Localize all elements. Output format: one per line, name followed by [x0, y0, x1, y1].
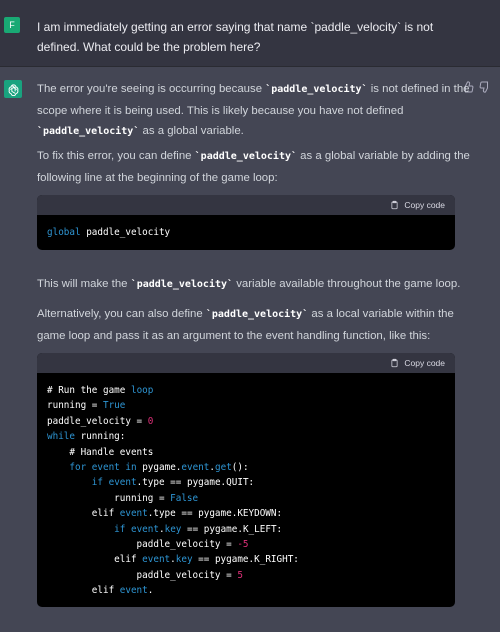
inline-code: `paddle_velocity` [265, 84, 368, 95]
clipboard-icon [391, 358, 398, 368]
openai-logo-icon [8, 83, 18, 96]
response-paragraph-1: The error you're seeing is occurring bec… [37, 79, 477, 143]
code-block-2: Copy code # Run the game loop running = … [37, 353, 455, 607]
code-block-header: Copy code [37, 195, 455, 215]
user-avatar: F [4, 17, 20, 33]
inline-code: `paddle_velocity` [130, 279, 234, 290]
response-paragraph-2: To fix this error, you can define `paddl… [37, 146, 477, 188]
inline-code: `paddle_velocity` [194, 151, 298, 162]
text-segment: variable available throughout the game l… [233, 278, 461, 290]
clipboard-icon [391, 200, 398, 210]
code-keyword: global [47, 227, 81, 238]
text-segment: The error you're seeing is occurring bec… [37, 83, 266, 95]
code-text: paddle_velocity [80, 227, 171, 238]
user-message-text: I am immediately getting an error saying… [37, 20, 434, 54]
code-content: global paddle_velocity [37, 215, 455, 250]
code-block-header: Copy code [37, 353, 455, 373]
copy-code-label: Copy code [404, 358, 445, 368]
thumbs-down-button[interactable] [479, 80, 491, 94]
code-block-1: Copy code global paddle_velocity [37, 195, 455, 250]
code-content: # Run the game loop running = True paddl… [47, 385, 299, 597]
copy-code-button[interactable]: Copy code [390, 198, 445, 212]
response-paragraph-4: Alternatively, you can also define `padd… [37, 304, 477, 346]
inline-code: `paddle_velocity` [37, 126, 140, 137]
text-segment: Alternatively, you can also define [37, 308, 206, 320]
thumbs-down-icon [479, 81, 488, 93]
copy-code-button[interactable]: Copy code [390, 356, 445, 370]
text-segment: This will make the [37, 278, 131, 290]
response-paragraph-3: This will make the `paddle_velocity` var… [37, 274, 477, 296]
inline-code: `paddle_velocity` [205, 309, 309, 320]
user-message-row: F I am immediately getting an error sayi… [0, 0, 500, 67]
copy-code-label: Copy code [404, 200, 445, 210]
assistant-avatar [4, 80, 22, 98]
text-segment: To fix this error, you can define [37, 150, 195, 162]
text-segment: as a global variable. [139, 125, 244, 137]
